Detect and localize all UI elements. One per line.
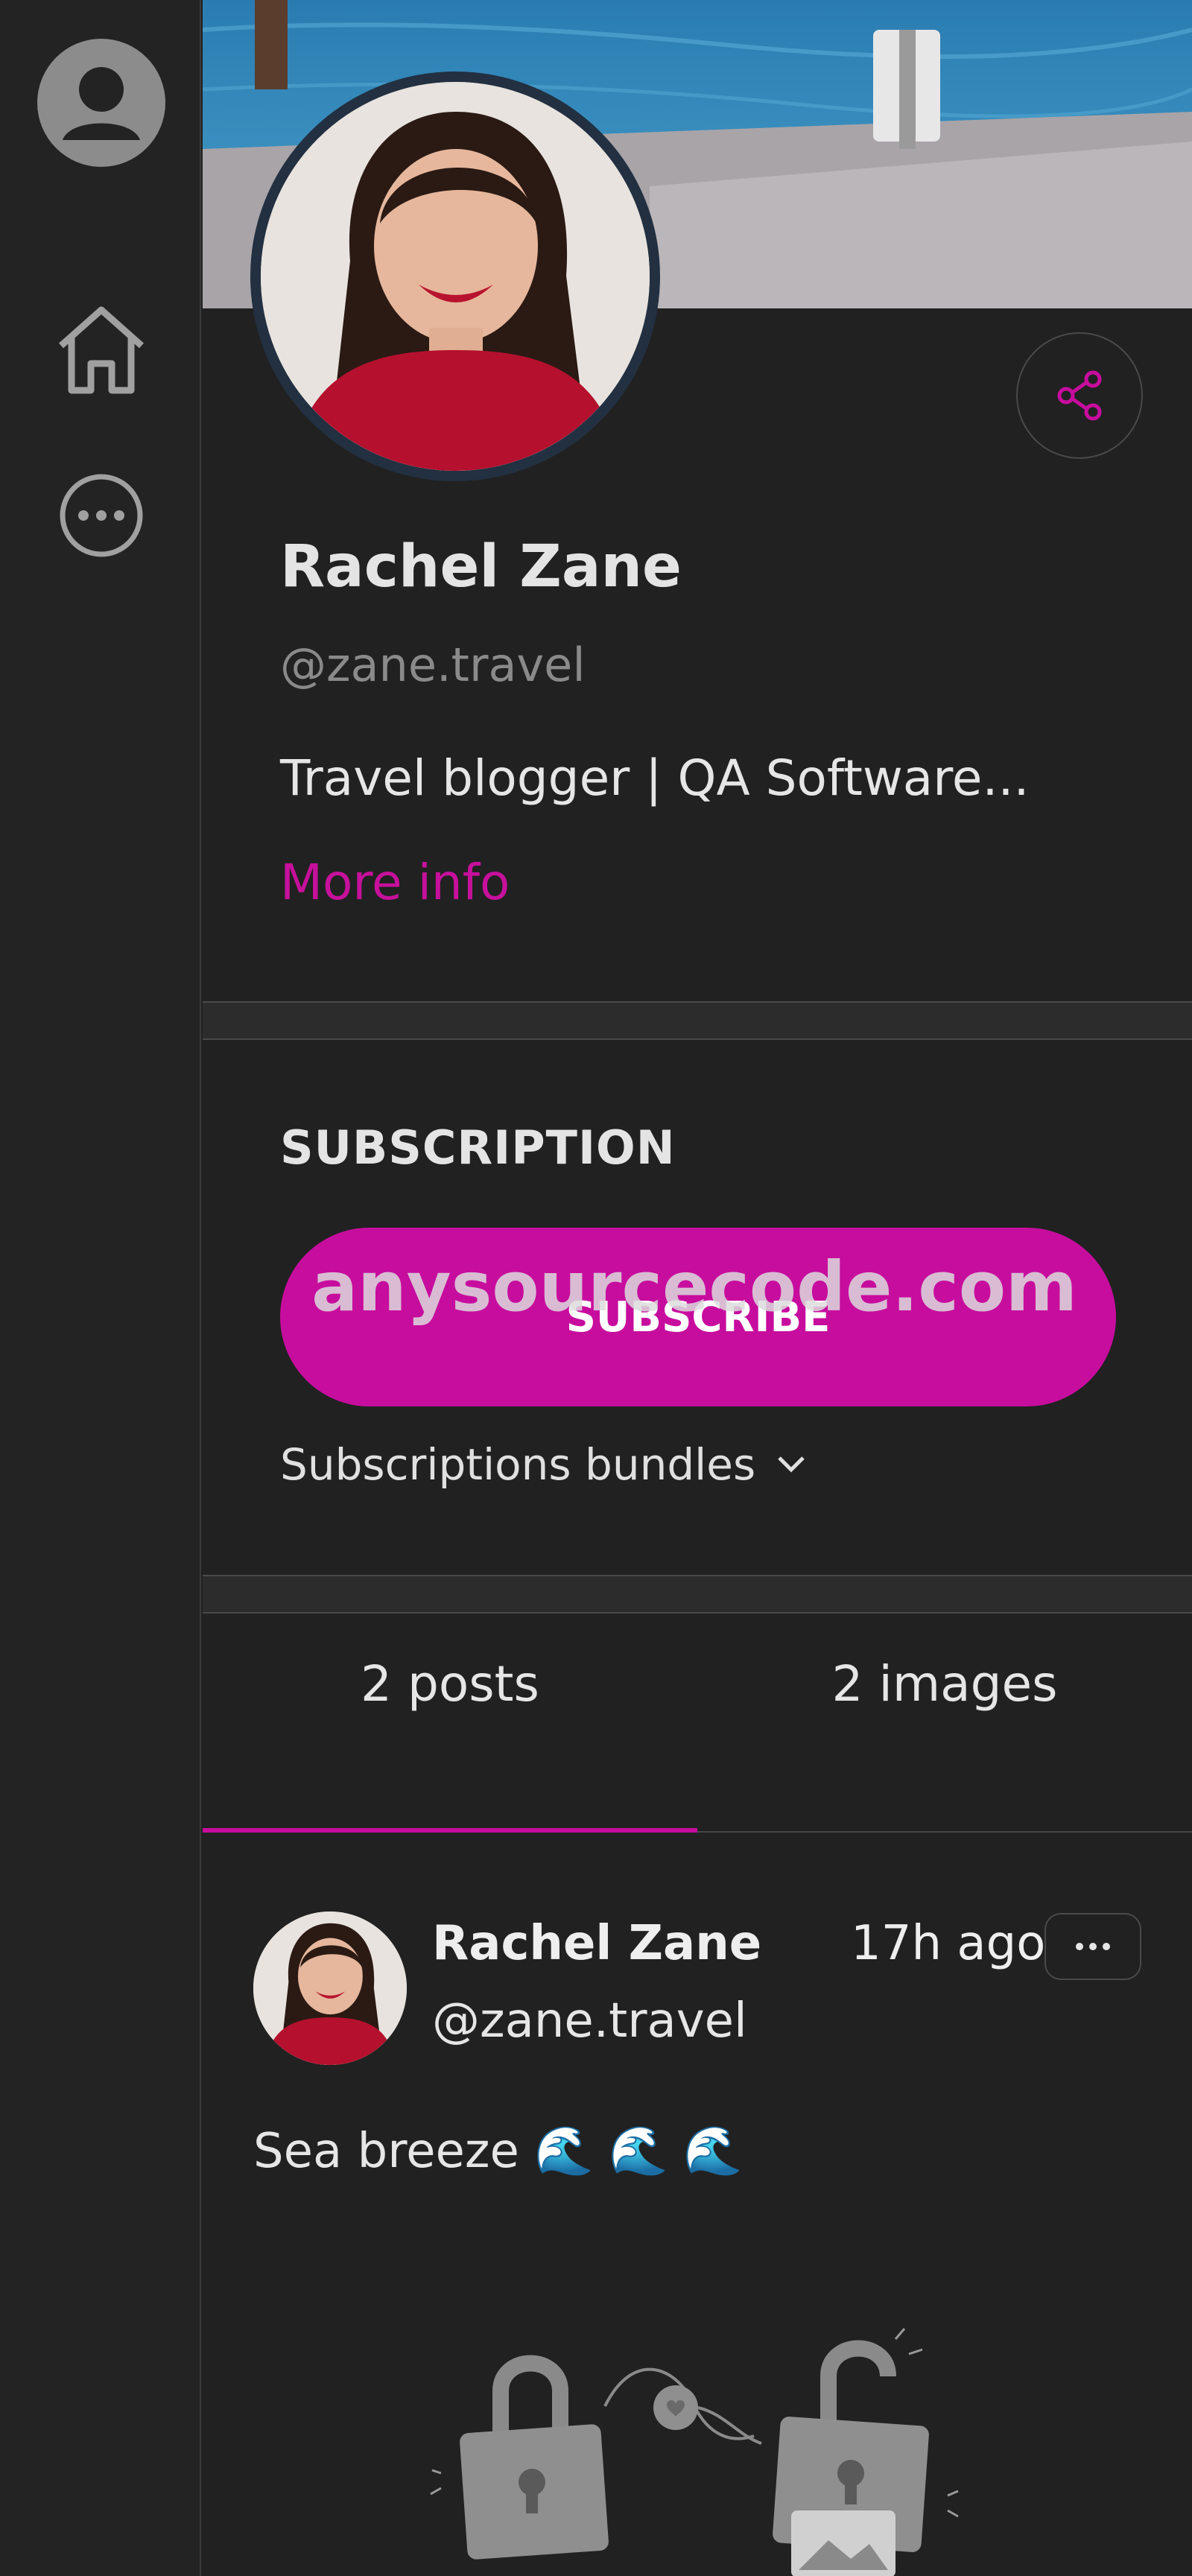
home-button[interactable] bbox=[36, 285, 167, 416]
share-icon bbox=[1057, 370, 1102, 421]
profile-avatar bbox=[250, 72, 660, 481]
profile-avatar-button[interactable] bbox=[36, 37, 167, 168]
profile-name: Rachel Zane bbox=[280, 533, 682, 600]
more-info-link[interactable]: More info bbox=[280, 854, 510, 911]
chevron-down-icon bbox=[778, 1456, 805, 1473]
subscription-bundles-label: Subscriptions bundles bbox=[280, 1439, 756, 1490]
subscription-bundles-toggle[interactable]: Subscriptions bundles bbox=[280, 1439, 808, 1490]
post-author-avatar[interactable] bbox=[253, 1912, 407, 2065]
active-tab-indicator bbox=[203, 1828, 697, 1833]
subscription-title: SUBSCRIPTION bbox=[280, 1120, 676, 1175]
profile-page: Rachel Zane @zane.travel Travel blogger … bbox=[203, 0, 1192, 2576]
more-options-button[interactable] bbox=[36, 450, 167, 581]
locked-content-illustration bbox=[411, 2324, 1007, 2576]
more-horizontal-icon bbox=[1076, 1943, 1110, 1950]
profile-handle: @zane.travel bbox=[280, 638, 586, 692]
post-timestamp: 17h ago bbox=[851, 1916, 1046, 1971]
subscribe-button[interactable]: SUBSCRIBE bbox=[280, 1228, 1116, 1406]
post-options-button[interactable] bbox=[1044, 1913, 1141, 1980]
sidebar bbox=[0, 0, 201, 2576]
home-icon bbox=[59, 306, 144, 394]
profile-bio: Travel blogger | QA Software... bbox=[280, 749, 1030, 807]
tab-images[interactable]: 2 images bbox=[697, 1655, 1192, 1713]
post-text: Sea breeze 🌊 🌊 🌊 bbox=[253, 2124, 743, 2179]
section-divider bbox=[203, 1001, 1192, 1040]
more-horizontal-circle-icon bbox=[60, 474, 143, 557]
post-author-handle[interactable]: @zane.travel bbox=[432, 1993, 747, 2049]
post-author-name[interactable]: Rachel Zane bbox=[432, 1916, 761, 1971]
account-circle-icon bbox=[37, 39, 165, 167]
section-divider bbox=[203, 1575, 1192, 1614]
share-button[interactable] bbox=[1016, 332, 1143, 459]
tab-posts[interactable]: 2 posts bbox=[203, 1655, 697, 1713]
